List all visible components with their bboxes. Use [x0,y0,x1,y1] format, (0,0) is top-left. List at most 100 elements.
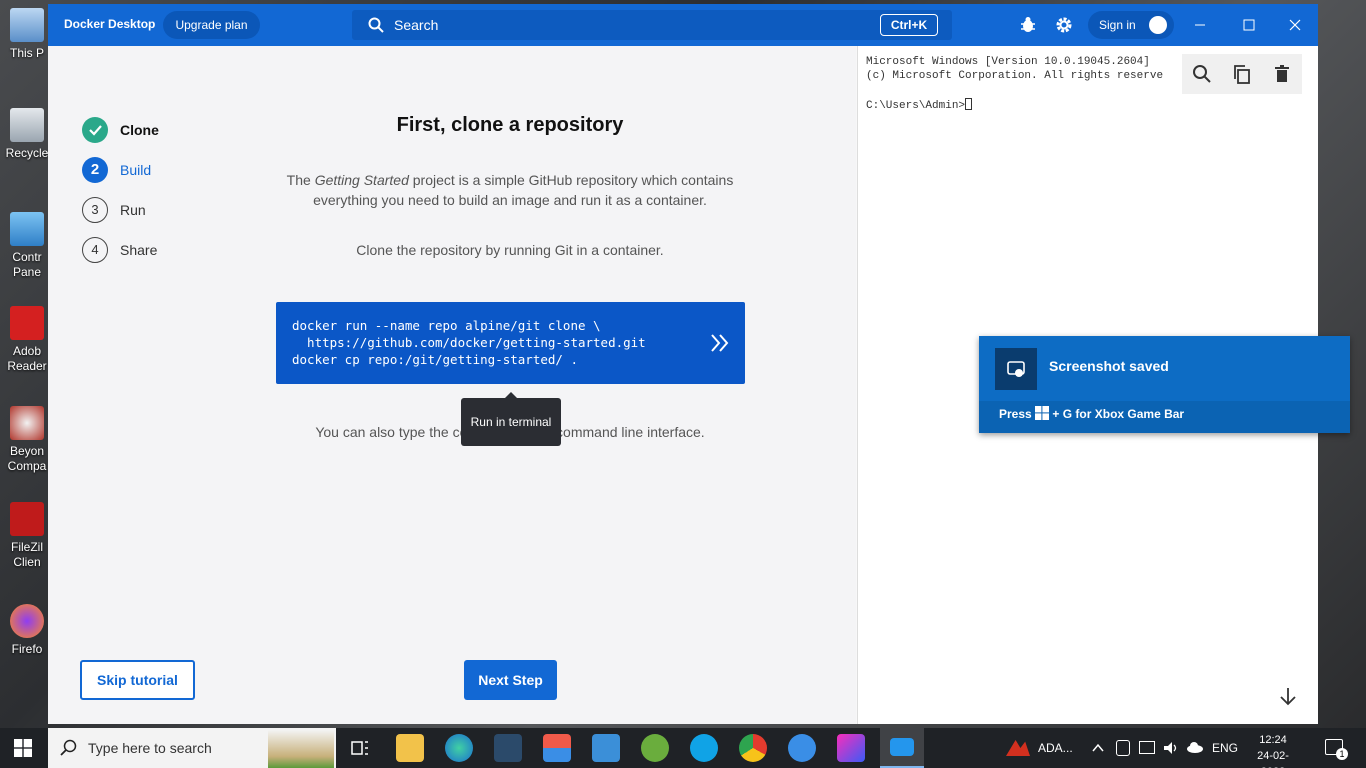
project-description: The Getting Started project is a simple … [272,170,748,210]
ada-tray-icon[interactable] [1006,740,1030,756]
windows-start-icon[interactable] [14,739,32,757]
windows-key-icon [1035,406,1050,420]
gear-icon[interactable] [1055,16,1073,34]
desktop-icon-label: Adob Reader [7,344,47,373]
intellij-icon[interactable] [837,734,865,762]
taskbar-search-box[interactable]: Type here to search [48,728,336,768]
step-label: Clone [120,122,159,138]
desktop-icon-beyond-compare[interactable]: Beyon Compa [4,406,50,474]
screenshot-saved-notification[interactable]: Screenshot saved Press + G for Xbox Game… [979,336,1350,433]
close-icon[interactable] [1285,16,1305,34]
bug-icon[interactable] [1019,16,1037,34]
control-panel-icon [10,212,44,246]
search-icon[interactable] [1192,64,1212,84]
desktop-icon-label: Contr Pane [12,250,42,279]
desc-text: The [286,172,315,188]
app-title: Docker Desktop [64,17,156,31]
xbox-game-bar-icon [995,348,1037,390]
device-tray-icon[interactable] [1116,740,1130,756]
task-view-icon[interactable] [346,734,374,762]
firefox-icon [10,604,44,638]
chrome-icon[interactable] [739,734,767,762]
desktop-icon-label: Beyon Compa [7,444,47,473]
tray-app-label[interactable]: ADA... [1038,741,1073,755]
this-pc-icon [10,8,44,42]
language-indicator[interactable]: ENG [1212,741,1238,755]
skype-icon[interactable] [690,734,718,762]
code-line: https://github.com/docker/getting-starte… [292,335,646,350]
adobe-reader-icon [10,306,44,340]
desktop-icon-recycle-bin[interactable]: Recycle [4,108,50,160]
search-icon [368,17,384,33]
chevron-up-icon[interactable] [1091,742,1105,754]
microsoft-store-icon[interactable] [543,734,571,762]
scroll-down-arrow-icon[interactable] [1278,686,1298,706]
skip-tutorial-button[interactable]: Skip tutorial [80,660,195,700]
code-line: docker cp repo:/git/getting-started/ . [292,352,578,367]
step-label: Run [120,202,146,218]
code-line: docker run --name repo alpine/git clone … [292,318,601,333]
search-highlight-image [268,730,334,768]
search-icon [60,739,77,756]
recycle-bin-icon [10,108,44,142]
desktop-icon-label: Recycle [5,146,49,160]
docker-icon [890,738,914,756]
step-number: 3 [82,197,108,223]
hint-suffix: + G for Xbox Game Bar [1052,407,1185,421]
toast-hint: Press + G for Xbox Game Bar [999,406,1184,421]
taskbar: Type here to search ADA... ENG 12:24 24-… [0,728,1366,768]
clock-time: 12:24 [1259,734,1287,746]
clock-date: 24-02-2023 [1257,750,1289,768]
desc-emphasis: Getting Started [314,172,409,188]
volume-icon[interactable] [1162,740,1180,756]
check-icon [82,117,108,143]
mail-icon[interactable] [592,734,620,762]
desktop-icon-adobe-reader[interactable]: Adob Reader [4,306,50,374]
weather-cloud-icon[interactable] [1186,741,1204,753]
title-bar: Docker Desktop Upgrade plan Search Ctrl+… [48,4,1318,46]
minimize-icon[interactable] [1190,16,1210,34]
next-step-button[interactable]: Next Step [464,660,557,700]
edge-browser-icon[interactable] [445,734,473,762]
beyond-compare-icon [10,406,44,440]
sign-in-label: Sign in [1099,18,1136,32]
step-label: Share [120,242,158,258]
search-bar[interactable]: Search Ctrl+K [352,10,952,40]
trash-icon[interactable] [1272,64,1292,84]
outlook-icon[interactable] [788,734,816,762]
desktop-icon-this-pc[interactable]: This P [4,8,50,60]
docker-desktop-taskbar-icon[interactable] [880,728,924,768]
desktop-icon-label: FileZil Clien [11,540,43,569]
terminal-toolbar [1182,54,1302,94]
notification-center-icon[interactable]: 1 [1325,739,1348,760]
run-in-terminal-tooltip: Run in terminal [461,392,561,446]
filezilla-icon [10,502,44,536]
terminal-prompt: C:\Users\Admin> [866,98,973,112]
sign-in-button[interactable]: Sign in [1088,11,1174,39]
clone-instruction: Clone the repository by running Git in a… [356,242,664,258]
clock[interactable]: 12:24 24-02-2023 [1248,732,1298,768]
search-shortcut-badge: Ctrl+K [880,14,938,36]
notification-count-badge: 1 [1336,748,1348,760]
file-explorer-icon[interactable] [396,734,424,762]
desktop-icon-control-panel[interactable]: Contr Pane [4,212,50,280]
mysql-workbench-icon[interactable] [494,734,522,762]
step-number: 4 [82,237,108,263]
toast-header: Screenshot saved [979,336,1350,401]
desktop-icon-label: This P [9,46,44,60]
desktop-icon-firefox[interactable]: Firefo [4,604,50,656]
search-label: Search [394,17,439,33]
step-label: Build [120,162,152,178]
run-in-terminal-icon[interactable] [709,332,731,354]
maximize-icon[interactable] [1239,16,1259,34]
spring-tool-icon[interactable] [641,734,669,762]
page-title: First, clone a repository [396,114,624,136]
hint-prefix: Press [999,407,1032,421]
terminal-cursor [965,98,973,110]
network-icon[interactable] [1139,741,1155,754]
upgrade-plan-button[interactable]: Upgrade plan [163,11,260,39]
prompt-text: C:\Users\Admin> [866,100,966,112]
desktop-icon-filezilla[interactable]: FileZil Clien [4,502,50,570]
copy-icon[interactable] [1232,64,1252,84]
command-code-block[interactable]: docker run --name repo alpine/git clone … [276,302,745,384]
